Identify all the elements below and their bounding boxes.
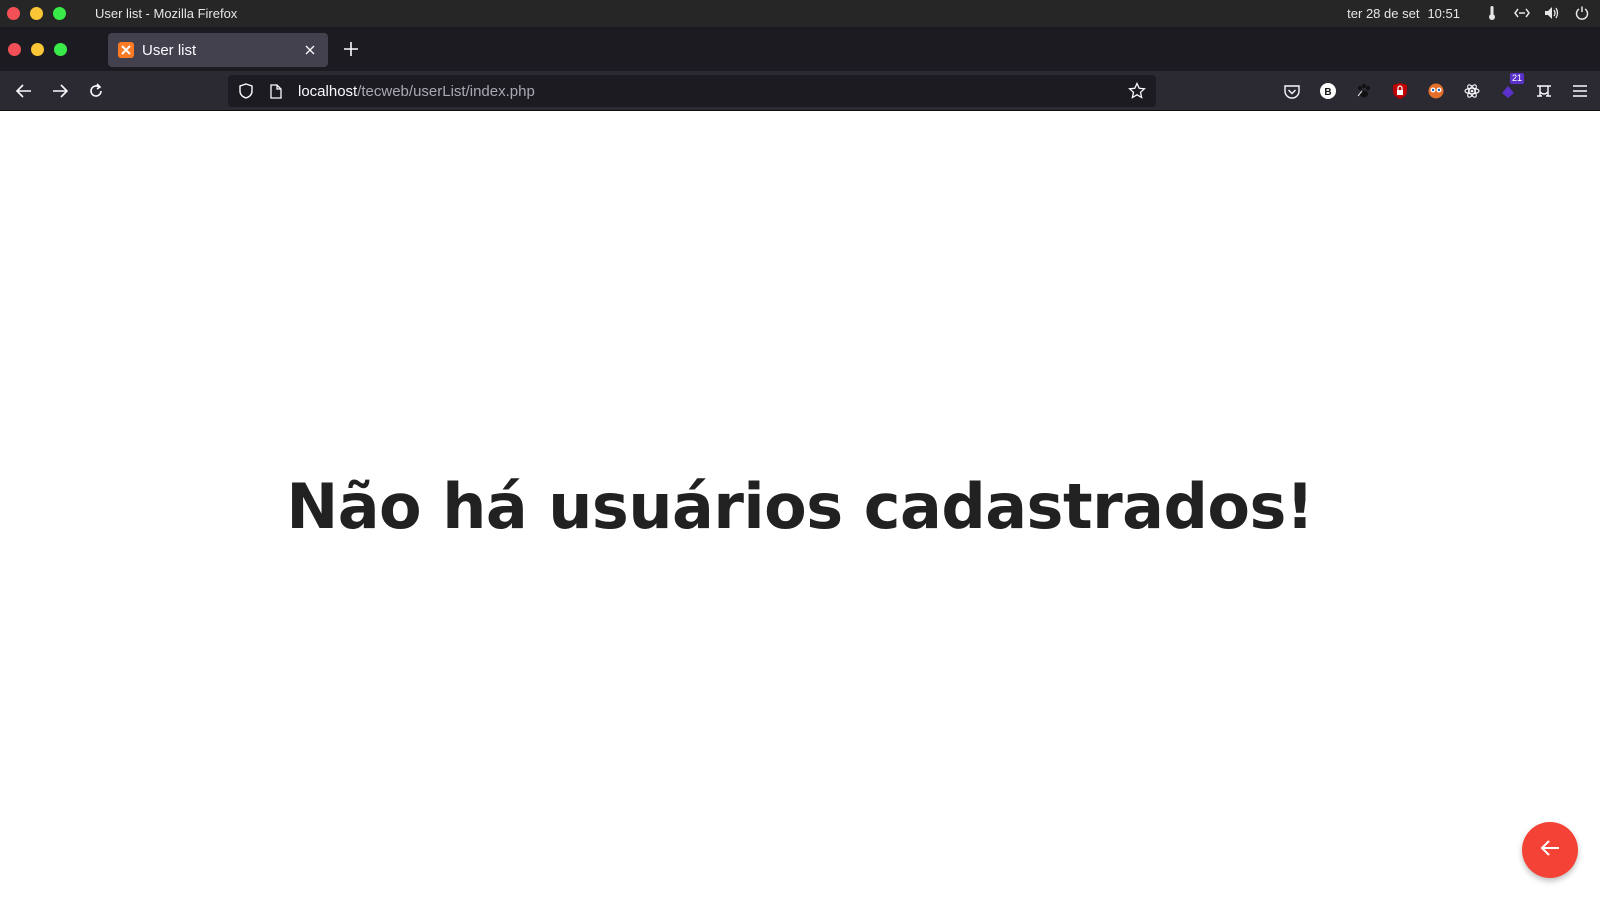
url-path: /tecweb/userList/index.php	[357, 82, 535, 100]
pocket-icon[interactable]	[1280, 79, 1304, 103]
maximize-window-button[interactable]	[53, 7, 66, 20]
tab-user-list[interactable]: User list	[108, 33, 328, 67]
system-bar: User list - Mozilla Firefox ter 28 de se…	[0, 0, 1600, 27]
page-content: Não há usuários cadastrados!	[0, 112, 1600, 900]
arrow-left-icon	[1540, 839, 1560, 862]
window-title: User list - Mozilla Firefox	[95, 6, 238, 21]
minimize-browser-button[interactable]	[31, 43, 44, 56]
power-icon[interactable]	[1574, 5, 1590, 21]
owl-extension-icon[interactable]	[1424, 79, 1448, 103]
new-tab-button[interactable]	[342, 40, 360, 58]
paw-extension-icon[interactable]	[1352, 79, 1376, 103]
tab-strip: User list	[0, 27, 1600, 71]
close-tab-icon[interactable]	[302, 42, 318, 58]
browser-window-controls	[8, 43, 67, 56]
b-extension-icon[interactable]: B	[1316, 79, 1340, 103]
tab-title: User list	[142, 41, 197, 59]
xampp-favicon-icon	[118, 42, 134, 58]
toolbar-extensions: B 21	[1280, 73, 1592, 103]
clock[interactable]: ter 28 de set 10:51	[1347, 6, 1460, 21]
purple-extension-icon[interactable]: 21	[1496, 73, 1524, 103]
shield-icon[interactable]	[238, 83, 254, 99]
url-host: localhost	[298, 82, 358, 100]
ublock-shield-icon[interactable]	[1388, 79, 1412, 103]
window-controls	[7, 7, 66, 20]
reload-button[interactable]	[84, 79, 108, 103]
close-browser-button[interactable]	[8, 43, 21, 56]
back-button[interactable]	[12, 79, 36, 103]
url-text[interactable]: localhost/tecweb/userList/index.php	[298, 83, 1128, 100]
system-tray: ter 28 de set 10:51	[1347, 5, 1590, 21]
hamburger-menu-icon[interactable]	[1568, 79, 1592, 103]
network-icon[interactable]	[1514, 5, 1530, 21]
svg-text:B: B	[1324, 87, 1331, 98]
translate-extension-icon[interactable]	[1532, 79, 1556, 103]
clock-time: 10:51	[1427, 5, 1460, 21]
navigation-bar: localhost/tecweb/userList/index.php B 21	[0, 71, 1600, 111]
maximize-browser-button[interactable]	[54, 43, 67, 56]
extension-badge: 21	[1509, 73, 1524, 84]
url-bar[interactable]: localhost/tecweb/userList/index.php	[228, 75, 1156, 107]
page-info-icon[interactable]	[268, 83, 284, 99]
close-window-button[interactable]	[7, 7, 20, 20]
bookmark-star-icon[interactable]	[1128, 82, 1146, 100]
back-fab-button[interactable]	[1522, 822, 1578, 878]
thermometer-icon[interactable]	[1484, 5, 1500, 21]
minimize-window-button[interactable]	[30, 7, 43, 20]
forward-button[interactable]	[48, 79, 72, 103]
volume-icon[interactable]	[1544, 5, 1560, 21]
react-devtools-icon[interactable]	[1460, 79, 1484, 103]
empty-state-message: Não há usuários cadastrados!	[286, 470, 1314, 543]
clock-date: ter 28 de set	[1347, 5, 1420, 21]
